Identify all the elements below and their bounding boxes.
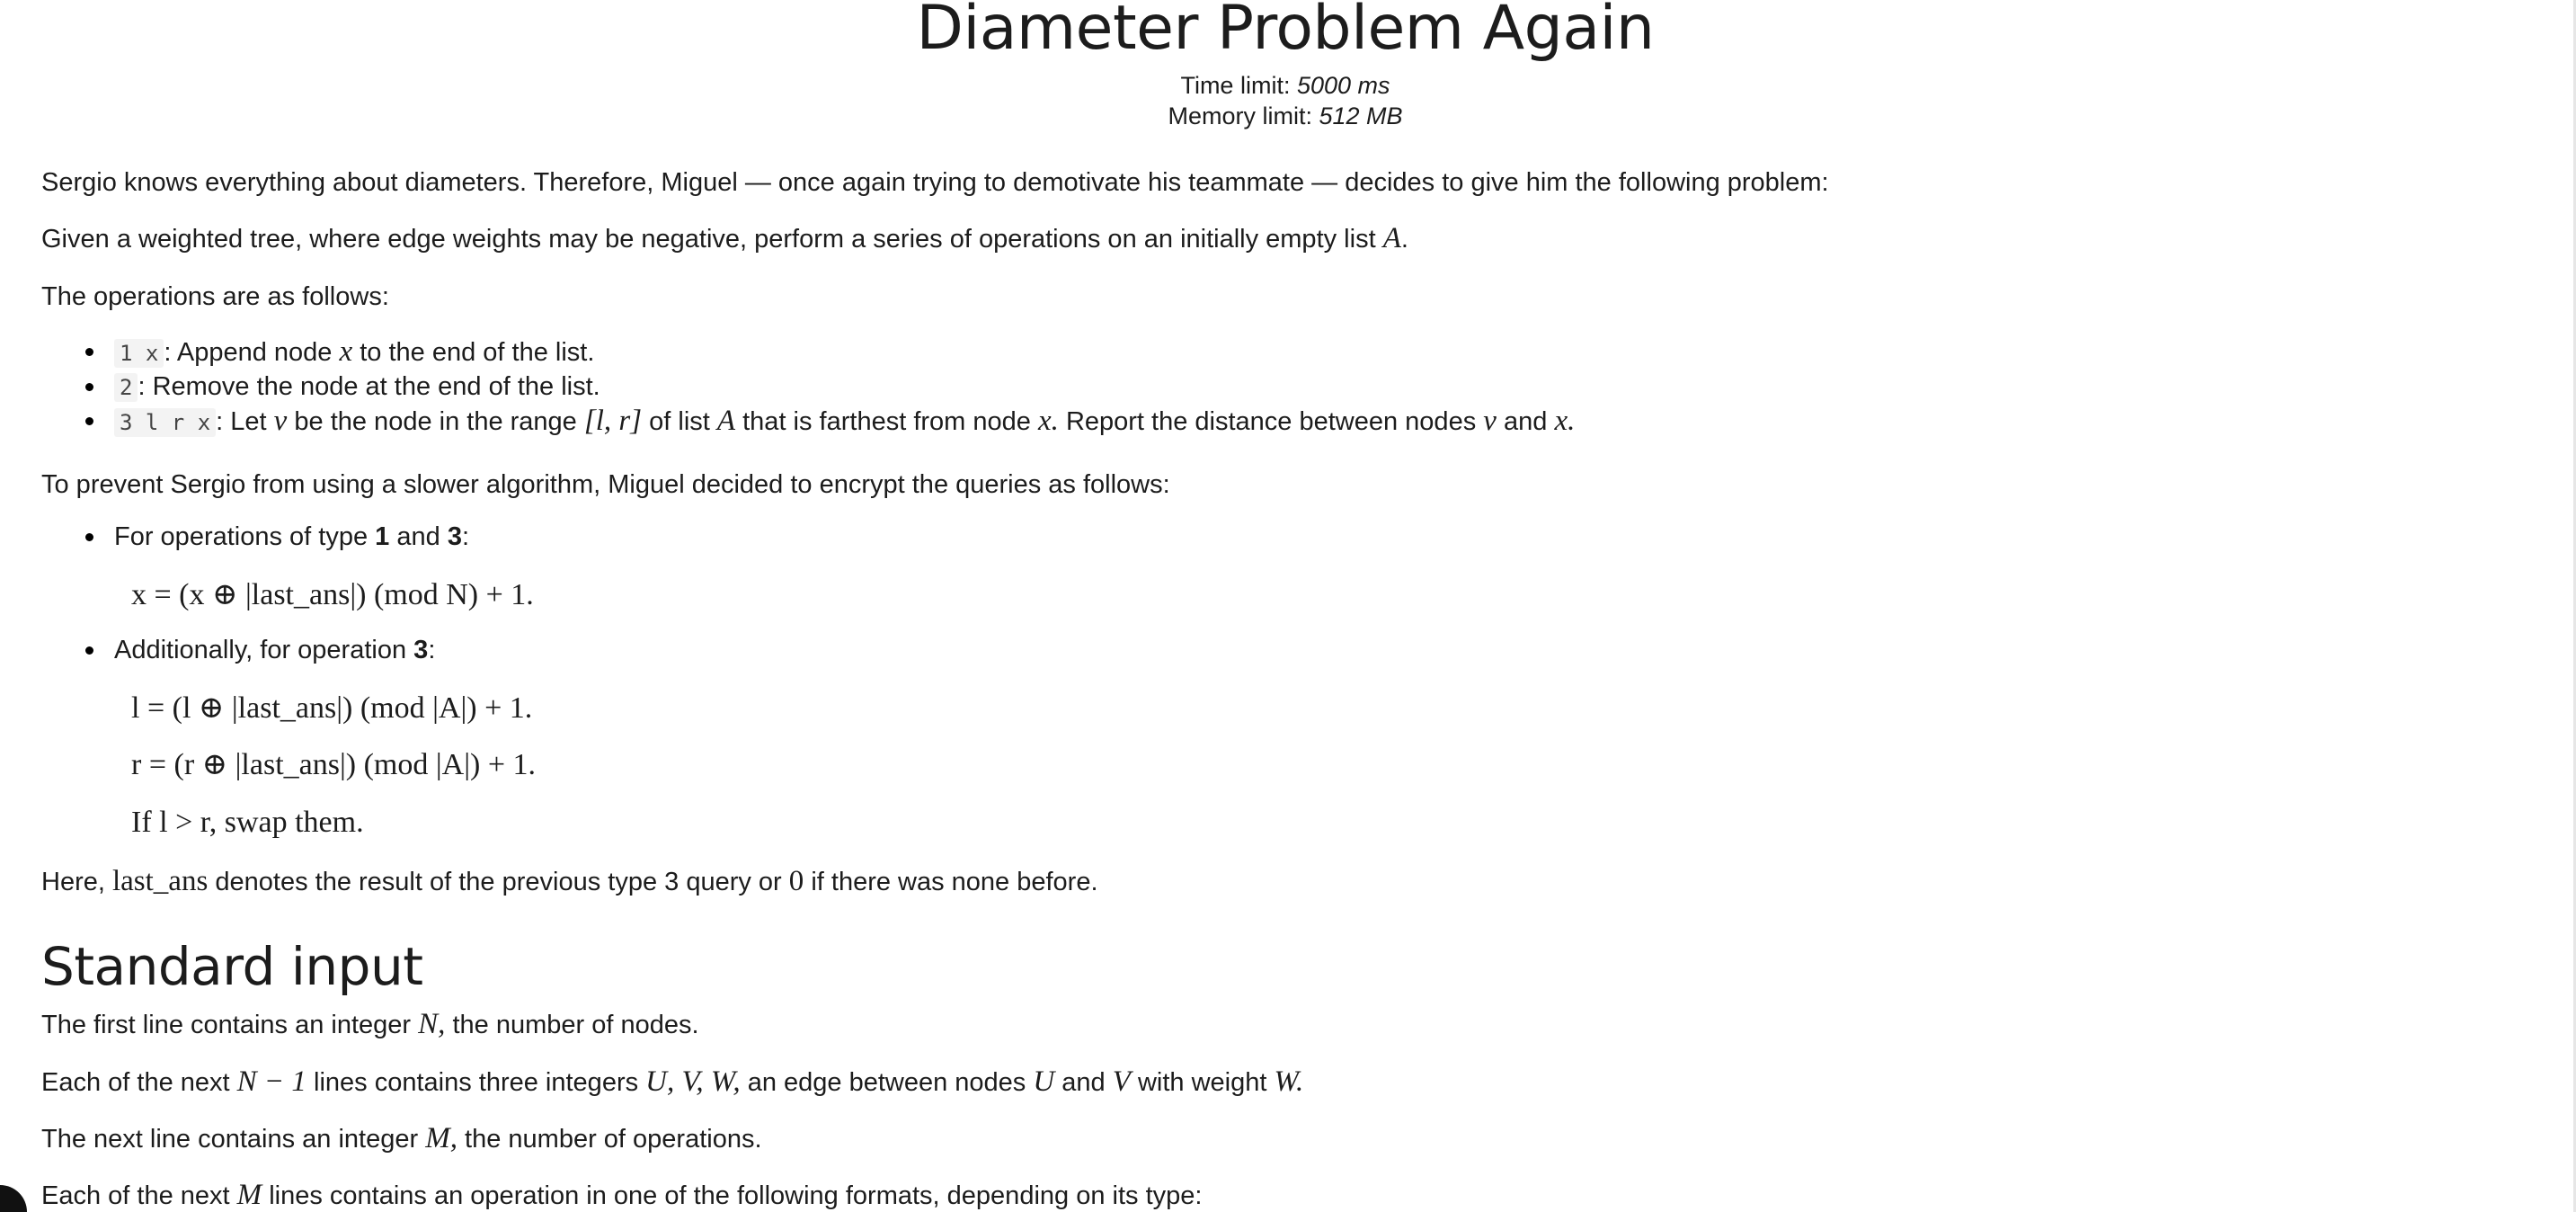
time-limit-value: 5000 ms [1296,72,1390,99]
here-paragraph: Here, last_ans denotes the result of the… [41,864,1098,899]
formula-x: x = (x ⊕ |last_ans|) (mod N) + 1. [131,578,534,611]
op-code: 2 [114,373,138,402]
input-var: U [1033,1065,1055,1098]
enc-text: For operations of type [114,522,369,551]
enc-type: 3 [413,636,429,664]
input-var: N − 1 [236,1065,306,1098]
input-var: M [236,1179,262,1211]
input-text: Each of the next [41,1068,230,1097]
enc-type: 1 [375,522,390,551]
enc-text: and [396,522,440,551]
op-var: v [1483,405,1497,437]
input-text: lines contains three integers [314,1068,639,1097]
formula-r: r = (r ⊕ |last_ans|) (mod |A|) + 1. [131,748,537,781]
here-var: last_ans [111,865,209,897]
enc-type: 3 [447,522,462,551]
given-paragraph: Given a weighted tree, where edge weight… [41,222,1408,254]
formula-l: l = (l ⊕ |last_ans|) (mod |A|) + 1. [131,691,533,725]
input-line-3: The next line contains an integer M, the… [41,1121,762,1156]
bullet-dot [85,348,93,356]
op-text: that is farthest from node [742,407,1031,436]
input-text: the number of nodes. [452,1011,699,1039]
op-var: x. [1037,405,1059,437]
time-limit-label: Time limit: [1180,72,1291,99]
swap-text: If l > r, swap them. [131,806,364,839]
op-var: v [273,405,288,437]
op-text: and [1503,407,1548,436]
input-var: V [1112,1065,1131,1098]
op-code: 3 l r x [114,408,217,437]
window-corner [0,1185,27,1212]
bullet-dot [85,417,93,425]
bullet-dot [85,533,93,541]
op-text: to the end of the list. [360,338,595,367]
op-text: Report the distance between nodes [1065,407,1477,436]
here-text: if there was none before. [811,868,1098,896]
op-range: [l, r] [583,405,643,437]
memory-limit-value: 512 MB [1319,102,1403,129]
given-text: Given a weighted tree, where edge weight… [41,225,1376,254]
input-var: U, V, W, [645,1065,741,1098]
memory-limit: Memory limit: 512 MB [41,101,2529,131]
op-text: : Append node [164,338,333,367]
enc-text: Additionally, for operation [114,636,407,664]
section-heading-input: Standard input [41,936,423,997]
input-text: the number of operations. [465,1125,762,1154]
op-text: : Remove the node at the end of the list… [138,372,600,401]
memory-limit-label: Memory limit: [1168,102,1312,129]
input-var: N, [418,1008,446,1040]
ops-intro: The operations are as follows: [41,282,389,311]
input-text: The next line contains an integer [41,1125,419,1154]
given-var: A [1382,222,1401,254]
here-text: denotes the result of the previous type … [215,868,782,896]
input-line-4: Each of the next M lines contains an ope… [41,1178,1202,1212]
here-text: Here, [41,868,105,896]
bullet-dot [85,646,93,655]
page-title: Diameter Problem Again [916,0,1655,64]
input-text: Each of the next [41,1181,230,1210]
input-text: and [1061,1068,1106,1097]
input-var: M, [425,1122,457,1154]
encrypt-intro: To prevent Sergio from using a slower al… [41,470,1170,499]
input-line-2: Each of the next N − 1 lines contains th… [41,1065,1303,1100]
op-var: x [339,335,353,368]
enc-text: : [428,636,436,664]
time-limit: Time limit: 5000 ms [41,70,2529,101]
op-var: x. [1554,405,1576,437]
op-text: be the node in the range [294,407,577,436]
op-text: of list [649,407,710,436]
op-text: : Let [216,407,267,436]
input-text: The first line contains an integer [41,1011,412,1039]
op-code: 1 x [114,339,164,368]
input-text: an edge between nodes [747,1068,1026,1097]
limits-block: Time limit: 5000 ms Memory limit: 512 MB [41,70,2529,131]
input-var: W. [1274,1065,1304,1098]
op-var: A [716,405,736,437]
intro-paragraph: Sergio knows everything about diameters.… [41,168,1829,197]
input-text: lines contains an operation in one of th… [269,1181,1203,1210]
input-text: with weight [1137,1068,1267,1097]
input-line-1: The first line contains an integer N, th… [41,1007,699,1042]
enc-text: : [461,522,470,551]
here-zero: 0 [788,865,804,897]
bullet-dot [85,383,93,391]
